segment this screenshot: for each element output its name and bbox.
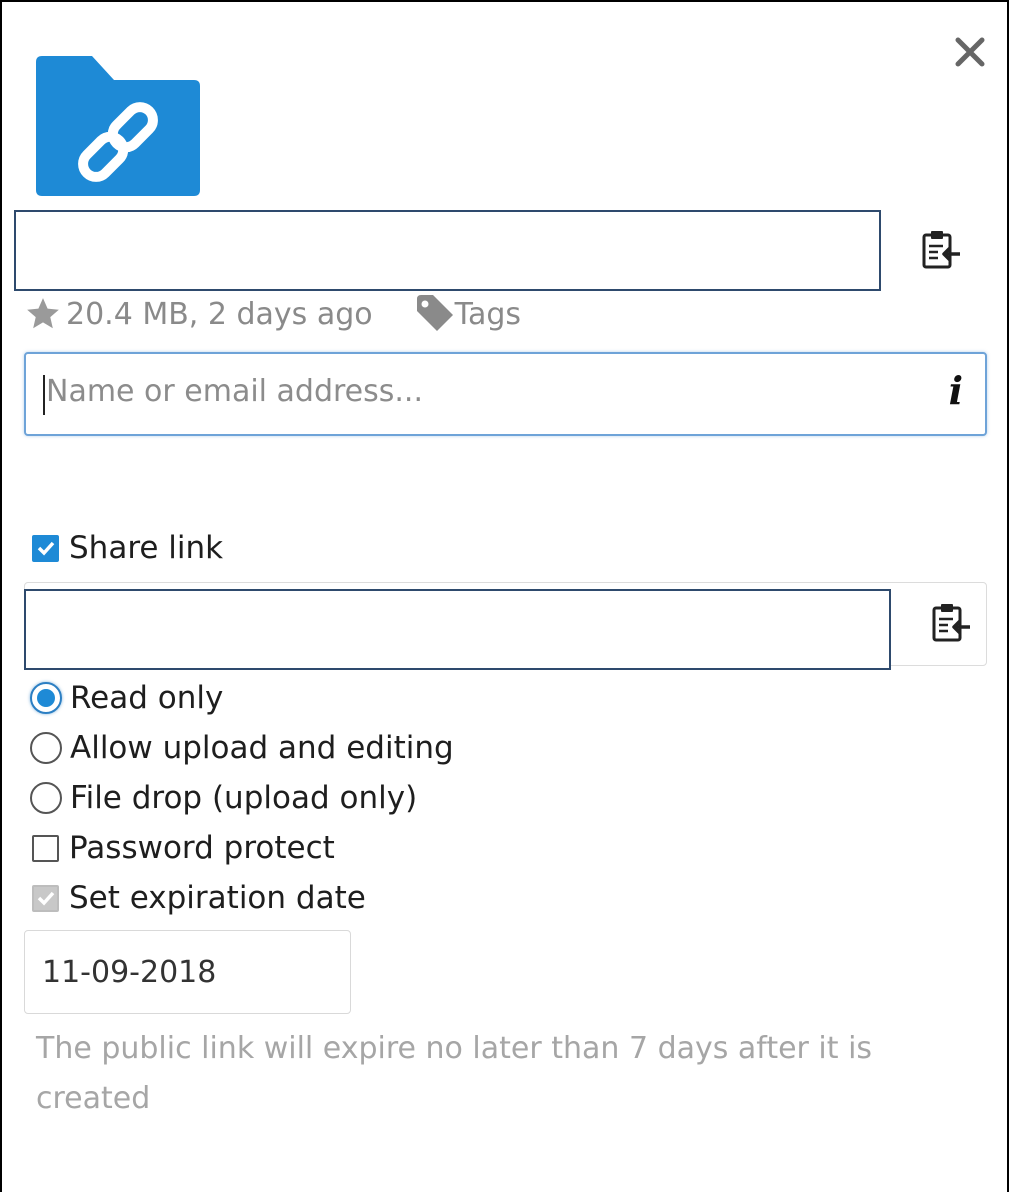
radio-unselected[interactable] [30, 782, 62, 814]
share-with-input[interactable]: Name or email address... i [24, 352, 987, 436]
file-name-field[interactable] [14, 210, 881, 291]
expiration-hint: The public link will expire no later tha… [36, 1031, 873, 1116]
checkbox-unchecked-icon[interactable] [32, 834, 59, 862]
text-caret [43, 375, 45, 415]
share-link-label: Share link [69, 530, 224, 566]
password-protect-checkbox[interactable]: Password protect [32, 830, 335, 866]
permission-file-drop[interactable]: File drop (upload only) [30, 780, 417, 816]
file-size-date: 20.4 MB, 2 days ago [66, 296, 373, 332]
link-url-field[interactable] [24, 589, 891, 670]
star-icon[interactable] [24, 295, 62, 333]
permission-label: Read only [70, 680, 224, 716]
radio-selected[interactable] [30, 682, 62, 714]
radio-unselected[interactable] [30, 732, 62, 764]
share-link-checkbox[interactable]: Share link [32, 530, 223, 566]
share-with-placeholder: Name or email address... [46, 374, 424, 409]
file-meta: 20.4 MB, 2 days ago Tags [24, 292, 521, 336]
expiration-date-input[interactable]: 11-09-2018 [24, 930, 351, 1014]
permission-label: Allow upload and editing [70, 730, 454, 766]
expiration-date-value: 11-09-2018 [42, 954, 217, 990]
clipboard-icon[interactable] [928, 601, 974, 647]
shared-link-folder-icon [36, 56, 200, 196]
expiration-label: Set expiration date [69, 880, 366, 916]
close-icon[interactable] [950, 32, 990, 72]
clipboard-icon[interactable] [918, 228, 964, 274]
tags-label[interactable]: Tags [455, 297, 521, 332]
permission-upload-editing[interactable]: Allow upload and editing [30, 730, 454, 766]
checkbox-disabled-checked-icon [32, 884, 59, 912]
checkbox-checked-icon[interactable] [32, 534, 59, 562]
permission-label: File drop (upload only) [70, 780, 418, 816]
permission-read-only[interactable]: Read only [30, 680, 223, 716]
info-icon[interactable]: i [949, 368, 963, 413]
expiration-date-checkbox[interactable]: Set expiration date [32, 880, 366, 916]
password-protect-label: Password protect [69, 830, 335, 866]
tag-icon[interactable] [415, 295, 455, 333]
